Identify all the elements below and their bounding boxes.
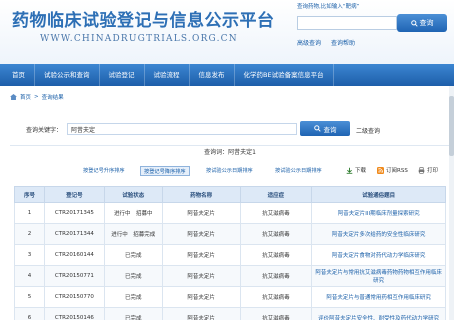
col-header-index: 序号 [14, 186, 45, 203]
main-nav: 首页 试验公示和查询 试验登记 试验流程 信息发布 化学药BE试验备案信息平台 [0, 64, 454, 86]
cell-title-link[interactable]: 阿昔夫定片与普通常用药相互作用临床研究 [311, 286, 446, 308]
cell-drug: 阿昔夫定片 [161, 307, 241, 320]
cell-status: 已完成 [103, 265, 163, 287]
nav-item-news[interactable]: 信息发布 [190, 64, 235, 86]
sort-date-button-2[interactable]: 按试验公示日期排序 [272, 166, 325, 176]
cell-reg-no[interactable]: CTR20150771 [43, 265, 105, 287]
subscribe-rss-button[interactable]: 订阅RSS [377, 166, 408, 174]
cell-drug: 阿昔夫定片 [161, 223, 241, 245]
cell-drug: 阿昔夫定片 [161, 244, 241, 266]
print-button[interactable]: 打印 [418, 166, 438, 174]
cell-index: 6 [14, 307, 45, 320]
cell-indication: 抗艾滋病毒 [239, 265, 313, 287]
download-icon [346, 167, 353, 174]
query-input[interactable]: 阿昔夫定 [67, 123, 297, 135]
subscribe-label: 订阅RSS [386, 168, 408, 174]
nav-item-home[interactable]: 首页 [0, 64, 35, 86]
query-label: 查询关键字： [26, 127, 63, 134]
sort-date-button-1[interactable]: 按试验公示日期排序 [203, 166, 256, 176]
advanced-search-link[interactable]: 高级查询 [297, 40, 321, 47]
query-summary: 查询词：阿昔夫定1 [10, 145, 450, 159]
col-header-indication: 适应症 [239, 186, 313, 203]
col-header-drug: 药物名称 [161, 186, 241, 203]
table-row[interactable]: 4 CTR20150771 已完成 阿昔夫定片 抗艾滋病毒 阿昔夫定片与常用抗艾… [14, 265, 446, 287]
query-button[interactable]: 查询 [300, 121, 350, 136]
top-links: 高级查询 查询帮助 [297, 38, 363, 47]
cell-status: 已完成 [103, 244, 163, 266]
cell-index: 4 [14, 265, 45, 287]
breadcrumb-current: 查询结果 [41, 95, 64, 101]
col-header-status: 试验状态 [103, 186, 163, 203]
cell-reg-no[interactable]: CTR20150146 [43, 307, 105, 320]
cell-indication: 抗艾滋病毒 [239, 223, 313, 245]
cell-index: 3 [14, 244, 45, 266]
top-search-button[interactable]: 查询 [397, 14, 447, 32]
nav-item-trial-registration[interactable]: 试验登记 [100, 64, 145, 86]
cell-title-link[interactable]: 阿昔夫定片多次给药的安全性临床研究 [311, 223, 446, 245]
table-row[interactable]: 2 CTR20171344 进行中 招募完成 阿昔夫定片 抗艾滋病毒 阿昔夫定片… [14, 223, 446, 245]
cell-status: 进行中 招募中 [103, 202, 163, 224]
query-row: 查询关键字： 阿昔夫定 查询 二级查询 [10, 118, 450, 138]
cell-status: 已完成 [103, 307, 163, 320]
site-title[interactable]: 药物临床试验登记与信息公示平台 [12, 6, 275, 31]
top-search-input[interactable] [297, 16, 397, 30]
cell-drug: 阿昔夫定片 [161, 286, 241, 308]
cell-status: 已完成 [103, 286, 163, 308]
cell-status: 进行中 招募完成 [103, 223, 163, 245]
breadcrumb-separator: > [34, 94, 39, 100]
download-label: 下载 [355, 168, 367, 174]
sort-row: 按登记号升序排序 按登记号降序排序 按试验公示日期排序 按试验公示日期排序 下载… [10, 163, 450, 177]
cell-title-link[interactable]: 阿昔夫定片与常用抗艾滋病毒药物药物相互作用临床研究 [311, 265, 446, 287]
page-scrollbar[interactable] [449, 86, 454, 320]
table-header-row: 序号 登记号 试验状态 药物名称 适应症 试验通俗题目 [14, 186, 446, 203]
table-row[interactable]: 6 CTR20150146 已完成 阿昔夫定片 抗艾滋病毒 评价阿昔夫定片安全性… [14, 307, 446, 320]
top-search-hint: 查询药物,比如输入“靶病” [297, 4, 360, 10]
query-button-label: 查询 [323, 125, 337, 134]
cell-indication: 抗艾滋病毒 [239, 307, 313, 320]
cell-index: 5 [14, 286, 45, 308]
col-header-reg-no[interactable]: 登记号 [43, 186, 105, 203]
nav-item-trial-query[interactable]: 试验公示和查询 [35, 64, 100, 86]
rss-icon [377, 166, 384, 174]
cell-title-link[interactable]: 阿昔夫定片III期临床剂量探索研究 [311, 202, 446, 224]
top-search: 查询药物,比如输入“靶病” 查询 高级查询 查询帮助 [297, 2, 451, 60]
cell-indication: 抗艾滋病毒 [239, 286, 313, 308]
cell-indication: 抗艾滋病毒 [239, 202, 313, 224]
site-url: WWW.CHINADRUGTRIALS.ORG.CN [40, 34, 238, 44]
home-icon [10, 94, 17, 100]
search-icon [313, 125, 321, 132]
search-help-link[interactable]: 查询帮助 [331, 40, 355, 47]
top-search-button-label: 查询 [419, 19, 434, 27]
print-icon [418, 166, 425, 174]
secondary-query-link[interactable]: 二级查询 [356, 126, 380, 135]
nav-item-be-platform[interactable]: 化学药BE试验备案信息平台 [235, 64, 334, 86]
cell-reg-no[interactable]: CTR20160144 [43, 244, 105, 266]
sort-reg-desc-button[interactable]: 按登记号降序排序 [140, 166, 190, 176]
print-label: 打印 [427, 168, 439, 174]
col-header-title: 试验通俗题目 [311, 186, 446, 203]
site-header: 药物临床试验登记与信息公示平台 WWW.CHINADRUGTRIALS.ORG.… [0, 0, 454, 64]
cell-title-link[interactable]: 阿昔夫定片食物对药代动力学临床研究 [311, 244, 446, 266]
table-row[interactable]: 3 CTR20160144 已完成 阿昔夫定片 抗艾滋病毒 阿昔夫定片食物对药代… [14, 244, 446, 266]
cell-reg-no[interactable]: CTR20171344 [43, 223, 105, 245]
cell-index: 1 [14, 202, 45, 224]
search-icon [410, 19, 418, 27]
cell-reg-no[interactable]: CTR20171345 [43, 202, 105, 224]
sort-reg-asc-button[interactable]: 按登记号升序排序 [80, 166, 128, 176]
scrollbar-thumb[interactable] [449, 96, 454, 156]
cell-drug: 阿昔夫定片 [161, 202, 241, 224]
cell-reg-no[interactable]: CTR20150770 [43, 286, 105, 308]
cell-indication: 抗艾滋病毒 [239, 244, 313, 266]
breadcrumb: 首页 > 查询结果 [10, 91, 64, 103]
breadcrumb-home[interactable]: 首页 [20, 93, 31, 101]
results-table: 序号 登记号 试验状态 药物名称 适应症 试验通俗题目 1 CTR2017134… [14, 186, 446, 320]
nav-item-trial-process[interactable]: 试验流程 [145, 64, 190, 86]
cell-index: 2 [14, 223, 45, 245]
cell-drug: 阿昔夫定片 [161, 265, 241, 287]
table-row[interactable]: 5 CTR20150770 已完成 阿昔夫定片 抗艾滋病毒 阿昔夫定片与普通常用… [14, 286, 446, 308]
download-button[interactable]: 下载 [346, 166, 366, 174]
table-row[interactable]: 1 CTR20171345 进行中 招募中 阿昔夫定片 抗艾滋病毒 阿昔夫定片I… [14, 202, 446, 224]
cell-title-link[interactable]: 评价阿昔夫定片安全性、耐受性及药代动力学研究 [311, 307, 446, 320]
